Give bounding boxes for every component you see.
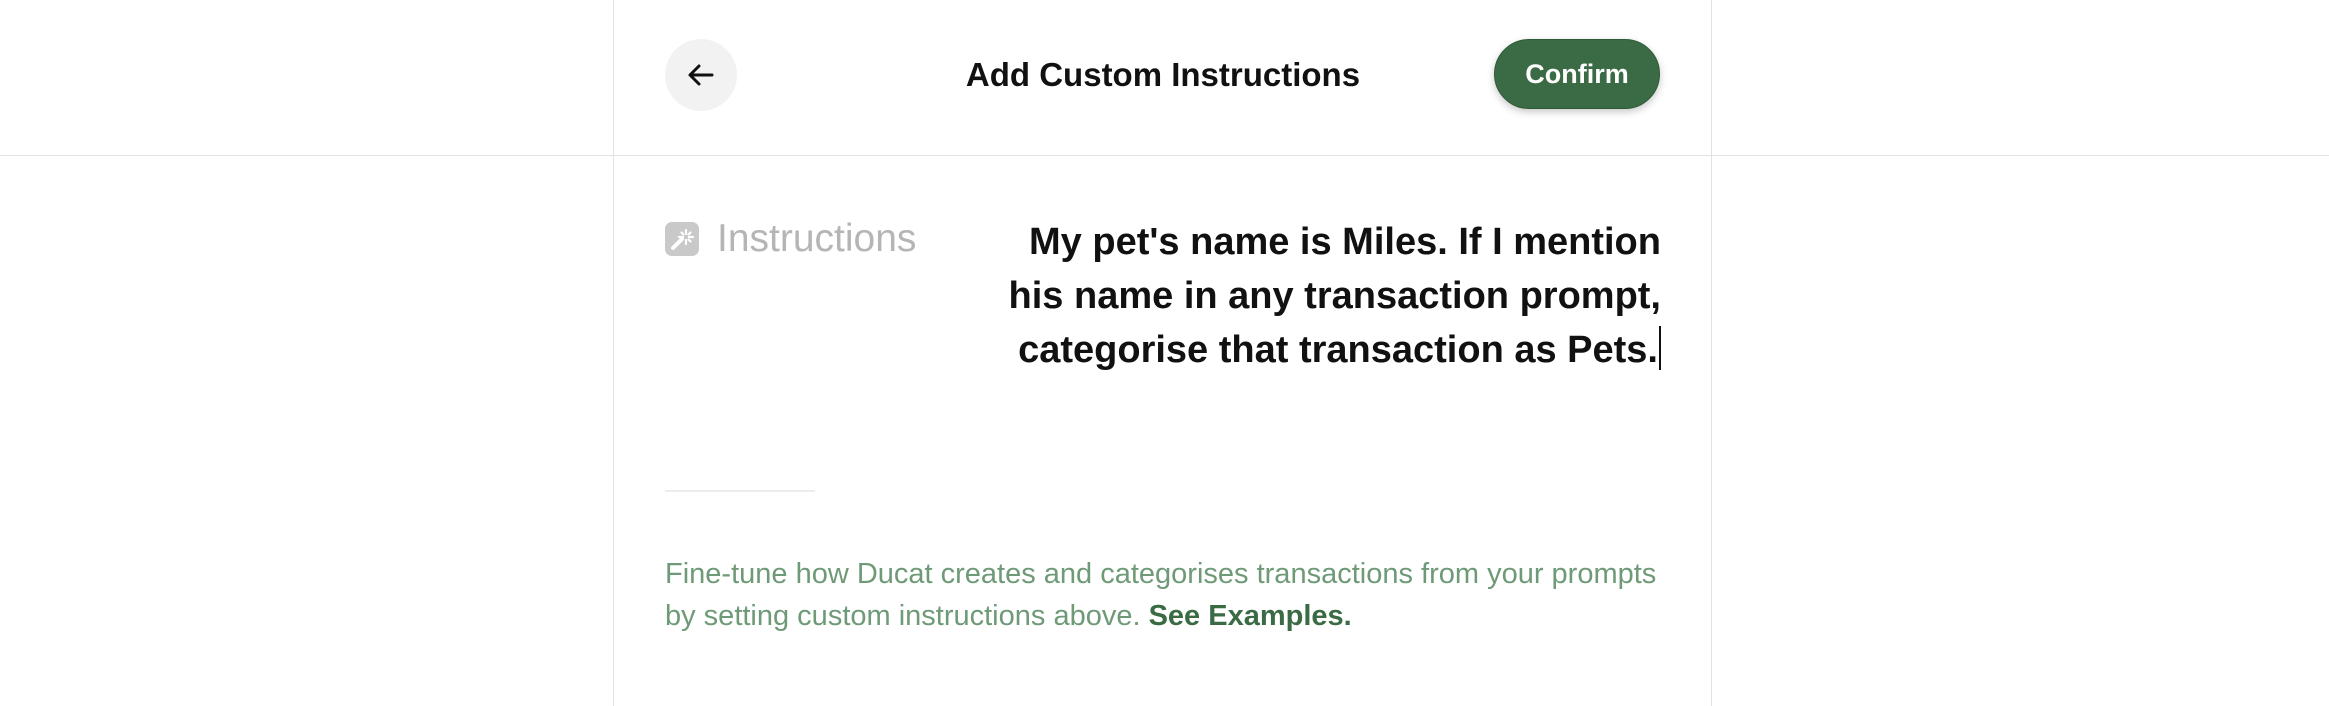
instructions-value: My pet's name is Miles. If I mention his… <box>1008 221 1661 371</box>
field-divider <box>665 490 815 492</box>
confirm-button[interactable]: Confirm <box>1494 39 1660 109</box>
help-text: Fine-tune how Ducat creates and categori… <box>665 553 1675 637</box>
arrow-left-icon <box>688 64 714 86</box>
instructions-textarea[interactable]: My pet's name is Miles. If I mention his… <box>985 215 1661 377</box>
custom-instructions-page: Add Custom Instructions Confirm Instruct… <box>0 0 2329 706</box>
left-column-border <box>613 0 614 706</box>
header-divider <box>0 155 2329 156</box>
text-caret <box>1659 326 1661 370</box>
right-column-border <box>1711 0 1712 706</box>
instructions-label: Instructions <box>717 217 917 260</box>
see-examples-link[interactable]: See Examples. <box>1149 600 1352 632</box>
page-title: Add Custom Instructions <box>965 56 1361 93</box>
magic-wand-icon <box>665 222 699 256</box>
back-button[interactable] <box>665 39 737 111</box>
